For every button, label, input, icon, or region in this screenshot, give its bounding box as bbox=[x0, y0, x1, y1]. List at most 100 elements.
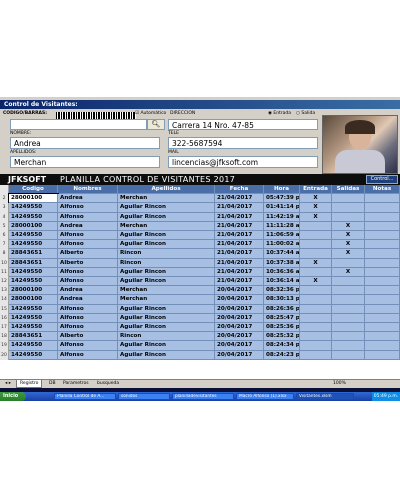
entrada-radio[interactable]: ◉ Entrada bbox=[268, 111, 291, 117]
table-cell[interactable]: 28843651 bbox=[9, 258, 58, 268]
table-cell[interactable]: Aguilar Rincon bbox=[118, 350, 215, 360]
row-number[interactable]: 4 bbox=[0, 212, 9, 222]
barcode-input[interactable] bbox=[10, 119, 147, 130]
table-cell[interactable]: 21/04/2017 bbox=[215, 249, 264, 259]
table-cell[interactable]: 14249550 bbox=[9, 267, 58, 277]
table-cell[interactable]: 08:25:32 p.m. bbox=[264, 332, 300, 342]
table-cell[interactable]: 21/04/2017 bbox=[215, 194, 264, 204]
table-cell[interactable] bbox=[332, 350, 365, 360]
table-cell[interactable]: Aguilar Rincon bbox=[118, 323, 215, 333]
table-cell[interactable]: Aguilar Rincon bbox=[118, 212, 215, 222]
table-row[interactable]: 12 14249550 Alfonso Aguilar Rincon 21/04/201… bbox=[0, 277, 400, 287]
table-row[interactable]: 18 28843651 Alberto Rincon 20/04/2017 08:25:3… bbox=[0, 332, 400, 342]
table-cell[interactable] bbox=[365, 304, 400, 314]
table-cell[interactable]: 08:30:13 p.m. bbox=[264, 295, 300, 305]
tab-busqueda[interactable]: busqueda bbox=[94, 380, 122, 387]
table-cell[interactable]: 20/04/2017 bbox=[215, 323, 264, 333]
row-number[interactable]: 5 bbox=[0, 221, 9, 231]
table-cell[interactable]: 20/04/2017 bbox=[215, 295, 264, 305]
table-cell[interactable]: Andrea bbox=[58, 194, 118, 204]
table-row[interactable]: 8 28843651 Alberto Rincon 21/04/2017 10:37:44… bbox=[0, 249, 400, 259]
table-cell[interactable] bbox=[332, 341, 365, 351]
column-header[interactable]: Nombres bbox=[58, 185, 118, 195]
table-row[interactable]: 10 28843651 Alberto Rincon 21/04/2017 10:37:3… bbox=[0, 258, 400, 268]
table-row[interactable]: 14 28000100 Andrea Merchan 20/04/2017 08:30:1… bbox=[0, 295, 400, 305]
table-cell[interactable] bbox=[300, 240, 332, 250]
table-cell[interactable]: 05:47:39 p.m. bbox=[264, 194, 300, 204]
table-cell[interactable]: Aguilar Rincon bbox=[118, 304, 215, 314]
table-cell[interactable]: Aguilar Rincon bbox=[118, 231, 215, 241]
table-cell[interactable]: 21/04/2017 bbox=[215, 240, 264, 250]
table-cell[interactable]: 20/04/2017 bbox=[215, 341, 264, 351]
table-cell[interactable]: X bbox=[332, 231, 365, 241]
table-cell[interactable]: 20/04/2017 bbox=[215, 313, 264, 323]
row-number[interactable]: 3 bbox=[0, 203, 9, 213]
task-macro[interactable]: Macro Alfonso (1).xlsx bbox=[236, 393, 294, 400]
magnifier-icon[interactable]: 🔍︎ bbox=[147, 119, 165, 130]
table-cell[interactable]: 14249550 bbox=[9, 350, 58, 360]
table-row[interactable]: 13 28000100 Andrea Merchan 20/04/2017 08:32:3… bbox=[0, 286, 400, 296]
row-number[interactable]: 17 bbox=[0, 323, 9, 333]
column-header[interactable]: Salidas bbox=[332, 185, 365, 195]
automatic-checkbox[interactable]: ☑ Automático bbox=[135, 111, 166, 117]
table-cell[interactable]: 21/04/2017 bbox=[215, 221, 264, 231]
row-number[interactable]: 12 bbox=[0, 277, 9, 287]
tab-nav-arrows[interactable]: ◂ ▸ bbox=[2, 380, 14, 387]
table-cell[interactable]: Aguilar Rincon bbox=[118, 313, 215, 323]
table-cell[interactable] bbox=[365, 194, 400, 204]
table-cell[interactable] bbox=[332, 304, 365, 314]
row-number[interactable]: 13 bbox=[0, 286, 9, 296]
table-cell[interactable]: Merchan bbox=[118, 221, 215, 231]
table-cell[interactable]: Rincon bbox=[118, 249, 215, 259]
table-row[interactable]: 4 14249550 Alfonso Aguilar Rincon 21/04/2017… bbox=[0, 212, 400, 222]
table-cell[interactable] bbox=[300, 332, 332, 342]
table-cell[interactable]: X bbox=[332, 249, 365, 259]
table-cell[interactable] bbox=[365, 221, 400, 231]
table-cell[interactable]: X bbox=[300, 203, 332, 213]
table-cell[interactable]: 28000100 bbox=[8, 193, 59, 205]
table-row[interactable]: 17 14249550 Alfonso Aguilar Rincon 20/04/201… bbox=[0, 323, 400, 333]
table-cell[interactable] bbox=[332, 295, 365, 305]
table-cell[interactable] bbox=[300, 249, 332, 259]
table-cell[interactable]: 14249550 bbox=[9, 203, 58, 213]
table-cell[interactable]: 10:36:36 a.m. bbox=[264, 267, 300, 277]
table-cell[interactable] bbox=[300, 323, 332, 333]
table-cell[interactable] bbox=[365, 323, 400, 333]
apellidos-input[interactable]: Merchan bbox=[10, 156, 160, 168]
table-cell[interactable] bbox=[332, 286, 365, 296]
table-cell[interactable]: 10:36:14 a.m. bbox=[264, 277, 300, 287]
row-number[interactable]: 6 bbox=[0, 231, 9, 241]
tab-parametros[interactable]: Parametros bbox=[60, 380, 92, 387]
table-cell[interactable]: Alfonso bbox=[58, 231, 118, 241]
table-cell[interactable]: 14249550 bbox=[9, 323, 58, 333]
table-cell[interactable]: 21/04/2017 bbox=[215, 277, 264, 287]
table-cell[interactable] bbox=[332, 313, 365, 323]
table-cell[interactable]: 08:24:23 p.m. bbox=[264, 350, 300, 360]
nombre-input[interactable]: Andrea bbox=[10, 137, 160, 149]
table-cell[interactable]: 11:11:28 a.m. bbox=[264, 221, 300, 231]
table-cell[interactable]: X bbox=[300, 194, 332, 204]
table-cell[interactable]: 14249550 bbox=[9, 212, 58, 222]
table-cell[interactable]: 21/04/2017 bbox=[215, 267, 264, 277]
table-cell[interactable] bbox=[365, 231, 400, 241]
table-cell[interactable]: 21/04/2017 bbox=[215, 258, 264, 268]
table-cell[interactable] bbox=[300, 295, 332, 305]
table-cell[interactable]: Alfonso bbox=[58, 304, 118, 314]
table-cell[interactable]: 14249550 bbox=[9, 341, 58, 351]
table-cell[interactable]: 10:37:44 a.m. bbox=[264, 249, 300, 259]
table-cell[interactable]: 08:26:36 p.m. bbox=[264, 304, 300, 314]
table-cell[interactable]: Rincon bbox=[118, 258, 215, 268]
table-cell[interactable]: Andrea bbox=[58, 286, 118, 296]
table-cell[interactable]: Merchan bbox=[118, 295, 215, 305]
table-cell[interactable]: Merchan bbox=[118, 194, 215, 204]
table-cell[interactable]: Aguilar Rincon bbox=[118, 277, 215, 287]
task-sonidos[interactable]: sonidos bbox=[118, 393, 170, 400]
row-number[interactable]: 7 bbox=[0, 240, 9, 250]
table-cell[interactable] bbox=[332, 203, 365, 213]
table-cell[interactable]: X bbox=[332, 221, 365, 231]
table-cell[interactable] bbox=[365, 267, 400, 277]
table-cell[interactable] bbox=[365, 277, 400, 287]
table-cell[interactable] bbox=[332, 212, 365, 222]
table-cell[interactable] bbox=[365, 286, 400, 296]
table-cell[interactable]: 14249550 bbox=[9, 277, 58, 287]
